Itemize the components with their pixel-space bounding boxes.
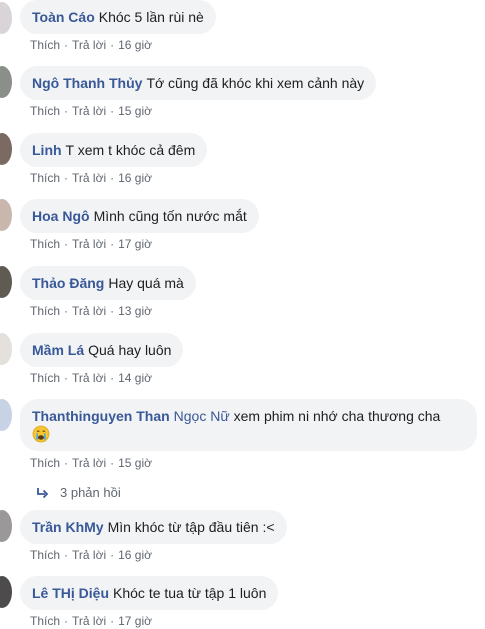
like-button[interactable]: Thích <box>30 304 60 318</box>
separator: · <box>64 304 69 318</box>
comment-text: Khóc 5 lần rùi nè <box>98 9 204 25</box>
separator: · <box>64 371 69 385</box>
comment-bubble: Thanthinguyen Than Ngọc Nữ xem phim ni nh… <box>20 399 477 451</box>
avatar[interactable] <box>0 199 12 231</box>
separator: · <box>64 456 69 470</box>
separator: · <box>110 548 115 562</box>
avatar[interactable] <box>0 399 12 431</box>
comment-actions: Thích · Trả lời · 15 giờ <box>30 103 152 119</box>
timestamp[interactable]: 15 giờ <box>118 104 152 118</box>
separator: · <box>110 456 115 470</box>
separator: · <box>110 237 115 251</box>
like-button[interactable]: Thích <box>30 104 60 118</box>
mention-link[interactable]: Ngọc Nữ <box>174 408 230 424</box>
timestamp[interactable]: 17 giờ <box>118 237 152 251</box>
comment-actions: Thích · Trả lời · 17 giờ <box>30 613 152 629</box>
comment-actions: Thích · Trả lời · 13 giờ <box>30 303 152 319</box>
commenter-name[interactable]: Lê THị Diệu <box>32 585 109 601</box>
comment-bubble: Trần KhMy Mìn khóc từ tập đầu tiên :< <box>20 510 287 544</box>
avatar[interactable] <box>0 576 12 608</box>
reply-button[interactable]: Trả lời <box>72 38 106 52</box>
comment-actions: Thích · Trả lời · 16 giờ <box>30 547 152 563</box>
commenter-name[interactable]: Thảo Đăng <box>32 275 104 291</box>
separator: · <box>110 371 115 385</box>
comment-text: Hay quá mà <box>108 275 184 291</box>
crying-face-icon <box>32 425 50 447</box>
like-button[interactable]: Thích <box>30 237 60 251</box>
comment-actions: Thích · Trả lời · 17 giờ <box>30 236 152 252</box>
commenter-name[interactable]: Ngô Thanh Thủy <box>32 75 142 91</box>
separator: · <box>64 548 69 562</box>
reply-button[interactable]: Trả lời <box>72 104 106 118</box>
timestamp[interactable]: 16 giờ <box>118 171 152 185</box>
comment-bubble: Lê THị Diệu Khóc te tua từ tập 1 luôn <box>20 576 279 610</box>
avatar[interactable] <box>0 2 12 34</box>
comment-actions: Thích · Trả lời · 15 giờ <box>30 455 152 471</box>
replies-count: 3 phản hồi <box>60 485 121 500</box>
timestamp[interactable]: 14 giờ <box>118 371 152 385</box>
separator: · <box>110 38 115 52</box>
timestamp[interactable]: 13 giờ <box>118 304 152 318</box>
comment-bubble: Mầm Lá Quá hay luôn <box>20 333 184 367</box>
comment-bubble: Ngô Thanh Thủy Tớ cũng đã khóc khi xem cả… <box>20 66 377 100</box>
comment-bubble: Hoa Ngô Mình cũng tốn nước mắt <box>20 199 259 233</box>
comment-text: Quá hay luôn <box>88 342 172 358</box>
reply-button[interactable]: Trả lời <box>72 304 106 318</box>
separator: · <box>64 237 69 251</box>
like-button[interactable]: Thích <box>30 456 60 470</box>
timestamp[interactable]: 16 giờ <box>118 548 152 562</box>
reply-button[interactable]: Trả lời <box>72 171 106 185</box>
reply-button[interactable]: Trả lời <box>72 456 106 470</box>
like-button[interactable]: Thích <box>30 171 60 185</box>
commenter-name[interactable]: Linh <box>32 142 62 158</box>
comment-bubble: Linh T xem t khóc cả đêm <box>20 133 208 167</box>
comment-text: Tớ cũng đã khóc khi xem cảnh này <box>146 75 365 91</box>
timestamp[interactable]: 15 giờ <box>118 456 152 470</box>
separator: · <box>64 171 69 185</box>
avatar[interactable] <box>0 510 12 542</box>
like-button[interactable]: Thích <box>30 548 60 562</box>
comment-actions: Thích · Trả lời · 16 giờ <box>30 170 152 186</box>
separator: · <box>110 171 115 185</box>
comment-text: Khóc te tua từ tập 1 luôn <box>113 585 267 601</box>
separator: · <box>110 104 115 118</box>
commenter-name[interactable]: Trần KhMy <box>32 519 104 535</box>
reply-arrow-icon <box>36 485 60 500</box>
view-replies-link[interactable]: 3 phản hồi <box>36 485 121 501</box>
like-button[interactable]: Thích <box>30 371 60 385</box>
comment-text: xem phim ni nhớ cha thương cha <box>233 408 441 424</box>
separator: · <box>64 104 69 118</box>
avatar[interactable] <box>0 66 12 98</box>
timestamp[interactable]: 16 giờ <box>118 38 152 52</box>
comment-text: Mình cũng tốn nước mắt <box>93 208 247 224</box>
comment-actions: Thích · Trả lời · 14 giờ <box>30 370 152 386</box>
commenter-name[interactable]: Mầm Lá <box>32 342 84 358</box>
separator: · <box>64 38 69 52</box>
comment-bubble: Toàn Cáo Khóc 5 lần rùi nè <box>20 0 216 34</box>
avatar[interactable] <box>0 266 12 298</box>
separator: · <box>110 304 115 318</box>
comment-text: T xem t khóc cả đêm <box>65 142 196 158</box>
avatar[interactable] <box>0 133 12 165</box>
commenter-name[interactable]: Hoa Ngô <box>32 208 90 224</box>
reply-button[interactable]: Trả lời <box>72 548 106 562</box>
comment-text: Mìn khóc từ tập đầu tiên :< <box>107 519 275 535</box>
commenter-name[interactable]: Toàn Cáo <box>32 9 95 25</box>
reply-button[interactable]: Trả lời <box>72 237 106 251</box>
like-button[interactable]: Thích <box>30 38 60 52</box>
reply-button[interactable]: Trả lời <box>72 371 106 385</box>
commenter-name[interactable]: Thanthinguyen Than <box>32 408 170 424</box>
avatar[interactable] <box>0 333 12 365</box>
comment-bubble: Thảo Đăng Hay quá mà <box>20 266 196 300</box>
comment-actions: Thích · Trả lời · 16 giờ <box>30 37 152 53</box>
